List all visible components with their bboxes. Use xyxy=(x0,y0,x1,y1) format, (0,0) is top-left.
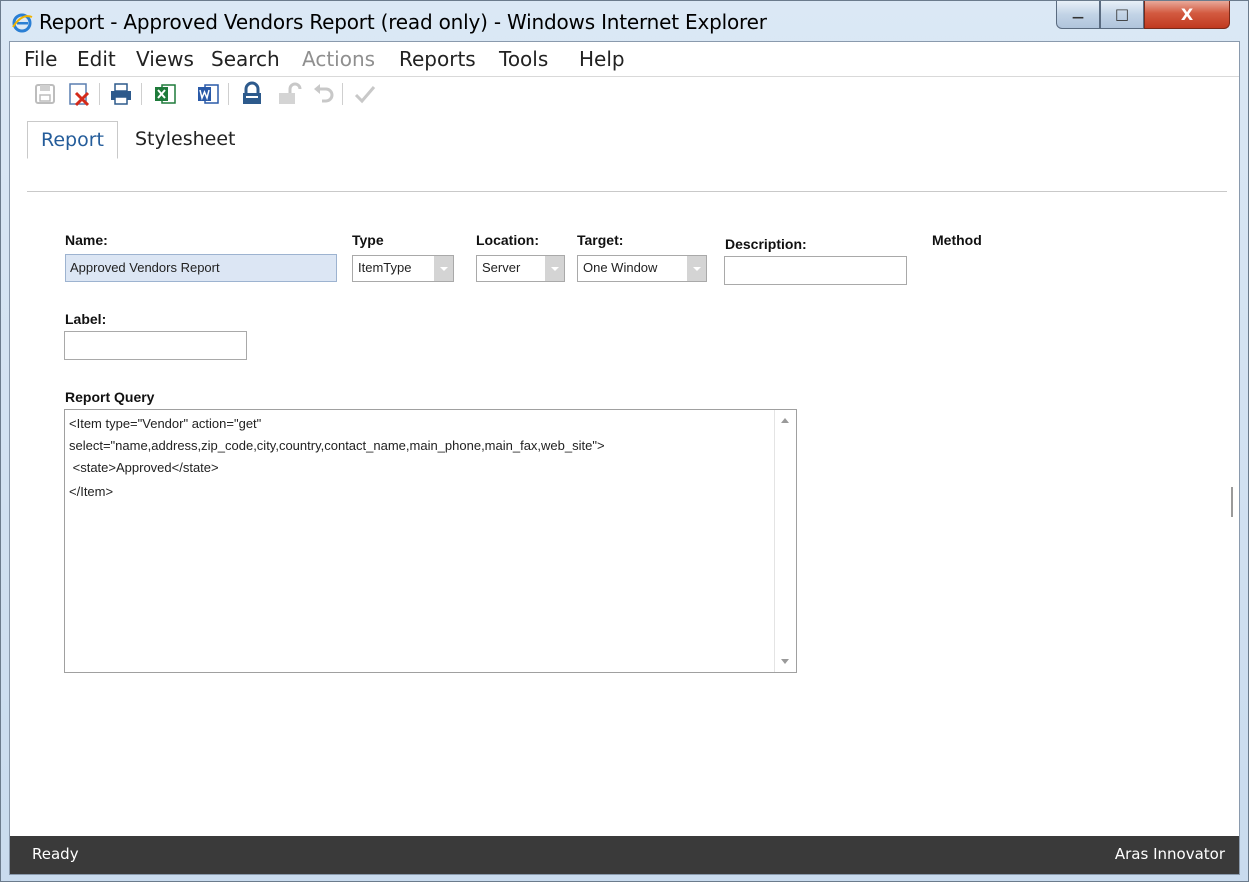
location-label: Location: xyxy=(476,232,539,248)
window-title: Report - Approved Vendors Report (read o… xyxy=(39,10,767,34)
menu-actions[interactable]: Actions xyxy=(302,47,375,71)
menu-file[interactable]: File xyxy=(24,47,57,71)
internet-explorer-icon xyxy=(11,11,33,33)
chevron-down-icon xyxy=(545,256,564,281)
close-button[interactable]: X xyxy=(1144,1,1230,29)
menu-tools[interactable]: Tools xyxy=(499,47,548,71)
query-line: </Item> xyxy=(69,484,114,499)
location-select[interactable]: Server xyxy=(476,255,565,282)
toolbar-separator xyxy=(342,83,343,105)
name-value: Approved Vendors Report xyxy=(70,260,220,275)
word-icon[interactable] xyxy=(195,81,221,107)
chevron-down-icon xyxy=(687,256,706,281)
client-area: File Edit Views Search Actions Reports T… xyxy=(9,41,1240,875)
name-field[interactable]: Approved Vendors Report xyxy=(65,254,337,282)
menu-bar: File Edit Views Search Actions Reports T… xyxy=(10,42,1239,77)
scroll-down-icon[interactable] xyxy=(781,659,789,664)
description-label: Description: xyxy=(725,236,807,252)
status-text: Ready xyxy=(32,845,79,863)
maximize-icon: □ xyxy=(1114,5,1130,23)
toolbar-separator xyxy=(141,83,142,105)
query-line: select="name,address,zip_code,city,count… xyxy=(69,438,605,453)
toolbar-separator xyxy=(99,83,100,105)
excel-icon[interactable] xyxy=(152,81,178,107)
query-scrollbar[interactable] xyxy=(774,410,796,672)
tab-report[interactable]: Report xyxy=(27,121,118,159)
location-value: Server xyxy=(482,260,521,275)
target-value: One Window xyxy=(583,260,658,275)
minimize-icon: — xyxy=(1072,10,1084,24)
menu-search[interactable]: Search xyxy=(211,47,280,71)
type-select[interactable]: ItemType xyxy=(352,255,454,282)
description-field[interactable] xyxy=(724,256,907,285)
print-icon[interactable] xyxy=(108,81,134,107)
report-query-textarea[interactable]: <Item type="Vendor" action="get" select=… xyxy=(64,409,797,673)
type-value: ItemType xyxy=(358,260,412,275)
maximize-button[interactable]: □ xyxy=(1100,1,1144,29)
toolbar-separator xyxy=(228,83,229,105)
close-icon: X xyxy=(1180,5,1194,24)
label-field[interactable] xyxy=(64,331,247,360)
unlock-icon[interactable] xyxy=(276,81,302,107)
ie-window: Report - Approved Vendors Report (read o… xyxy=(0,0,1249,882)
undo-icon[interactable] xyxy=(310,81,336,107)
method-label: Method xyxy=(932,232,982,248)
menu-help[interactable]: Help xyxy=(579,47,625,71)
close-delete-icon[interactable] xyxy=(66,81,92,107)
menu-views[interactable]: Views xyxy=(136,47,194,71)
minimize-button[interactable]: — xyxy=(1056,1,1100,29)
report-query-label: Report Query xyxy=(65,389,155,405)
title-bar[interactable]: Report - Approved Vendors Report (read o… xyxy=(1,1,1248,41)
status-product: Aras Innovator xyxy=(1114,845,1225,863)
done-checkmark-icon[interactable] xyxy=(352,81,378,107)
status-bar: Ready Aras Innovator xyxy=(10,836,1239,874)
query-line: <Item type="Vendor" action="get" xyxy=(69,416,262,431)
resize-grip[interactable] xyxy=(1231,487,1233,517)
save-icon[interactable] xyxy=(32,81,58,107)
menu-reports[interactable]: Reports xyxy=(399,47,476,71)
query-line: <state>Approved</state> xyxy=(69,460,219,475)
target-label: Target: xyxy=(577,232,624,248)
chevron-down-icon xyxy=(434,256,453,281)
lock-icon[interactable] xyxy=(239,81,265,107)
label-label: Label: xyxy=(65,311,107,327)
menu-edit[interactable]: Edit xyxy=(77,47,116,71)
tab-stylesheet[interactable]: Stylesheet xyxy=(122,121,249,159)
type-label: Type xyxy=(352,232,384,248)
tab-divider xyxy=(27,191,1227,192)
toolbar xyxy=(10,77,1239,111)
target-select[interactable]: One Window xyxy=(577,255,707,282)
name-label: Name: xyxy=(65,232,108,248)
scroll-up-icon[interactable] xyxy=(781,418,789,423)
tab-bar: Report Stylesheet xyxy=(10,114,1239,190)
